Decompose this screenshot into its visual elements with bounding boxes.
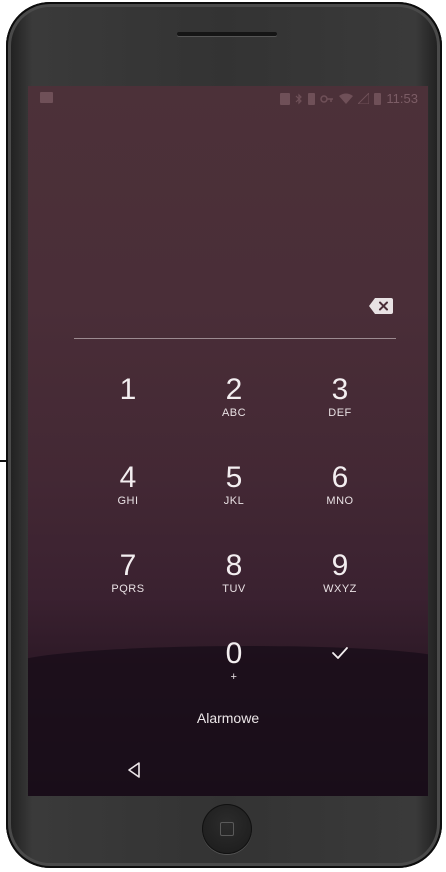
key-2[interactable]: 2 ABC	[184, 374, 284, 454]
nfc-icon	[280, 92, 291, 105]
wifi-icon	[339, 93, 354, 104]
key-5[interactable]: 5 JKL	[184, 462, 284, 542]
backspace-icon[interactable]	[369, 298, 393, 314]
vibrate-icon	[308, 92, 316, 105]
key-letters: DEF	[328, 407, 352, 419]
status-bar: 11:53	[28, 86, 428, 112]
key-7[interactable]: 7 PQRS	[78, 550, 178, 630]
vpn-key-icon	[320, 94, 334, 103]
no-signal-icon	[358, 93, 370, 104]
key-digit: 7	[119, 549, 137, 582]
back-triangle-icon[interactable]	[125, 760, 145, 780]
key-digit: 1	[119, 373, 137, 406]
status-time: 11:53	[386, 91, 418, 106]
key-8[interactable]: 8 TUV	[184, 550, 284, 630]
bluetooth-icon	[295, 93, 303, 104]
pin-entry-underline	[74, 338, 396, 339]
key-digit: 8	[225, 549, 243, 582]
key-letters: GHI	[117, 495, 139, 507]
key-letters: JKL	[223, 495, 245, 507]
notification-icon	[40, 92, 53, 103]
key-digit: 0	[225, 637, 243, 670]
phone-frame: 11:53 1 2 ABC 3 DEF 4 GHI 5 JKL 6 MNO 7 …	[6, 2, 442, 868]
key-digit: 2	[225, 373, 243, 406]
key-letters: TUV	[222, 583, 246, 595]
lock-screen: 11:53 1 2 ABC 3 DEF 4 GHI 5 JKL 6 MNO 7 …	[28, 86, 428, 796]
key-digit: 4	[119, 461, 137, 494]
key-letters: ABC	[221, 407, 247, 419]
key-1[interactable]: 1	[78, 374, 178, 454]
key-digit: 3	[331, 373, 349, 406]
key-digit: 6	[331, 461, 349, 494]
key-0[interactable]: 0 +	[184, 638, 284, 718]
home-button-icon	[220, 822, 234, 836]
key-digit: 9	[331, 549, 349, 582]
emergency-call-button[interactable]: Alarmowe	[28, 710, 428, 726]
home-button[interactable]	[202, 804, 252, 854]
key-9[interactable]: 9 WXYZ	[290, 550, 390, 630]
key-3[interactable]: 3 DEF	[290, 374, 390, 454]
key-4[interactable]: 4 GHI	[78, 462, 178, 542]
battery-icon	[374, 92, 382, 105]
key-letters: WXYZ	[323, 583, 357, 595]
confirm-button[interactable]	[290, 636, 390, 696]
key-letters: +	[230, 671, 238, 683]
key-letters: MNO	[326, 495, 354, 507]
checkmark-icon	[332, 647, 348, 659]
key-letters: PQRS	[111, 583, 145, 595]
earpiece-speaker	[177, 32, 277, 36]
status-icons: 11:53	[280, 91, 418, 106]
key-6[interactable]: 6 MNO	[290, 462, 390, 542]
key-digit: 5	[225, 461, 243, 494]
